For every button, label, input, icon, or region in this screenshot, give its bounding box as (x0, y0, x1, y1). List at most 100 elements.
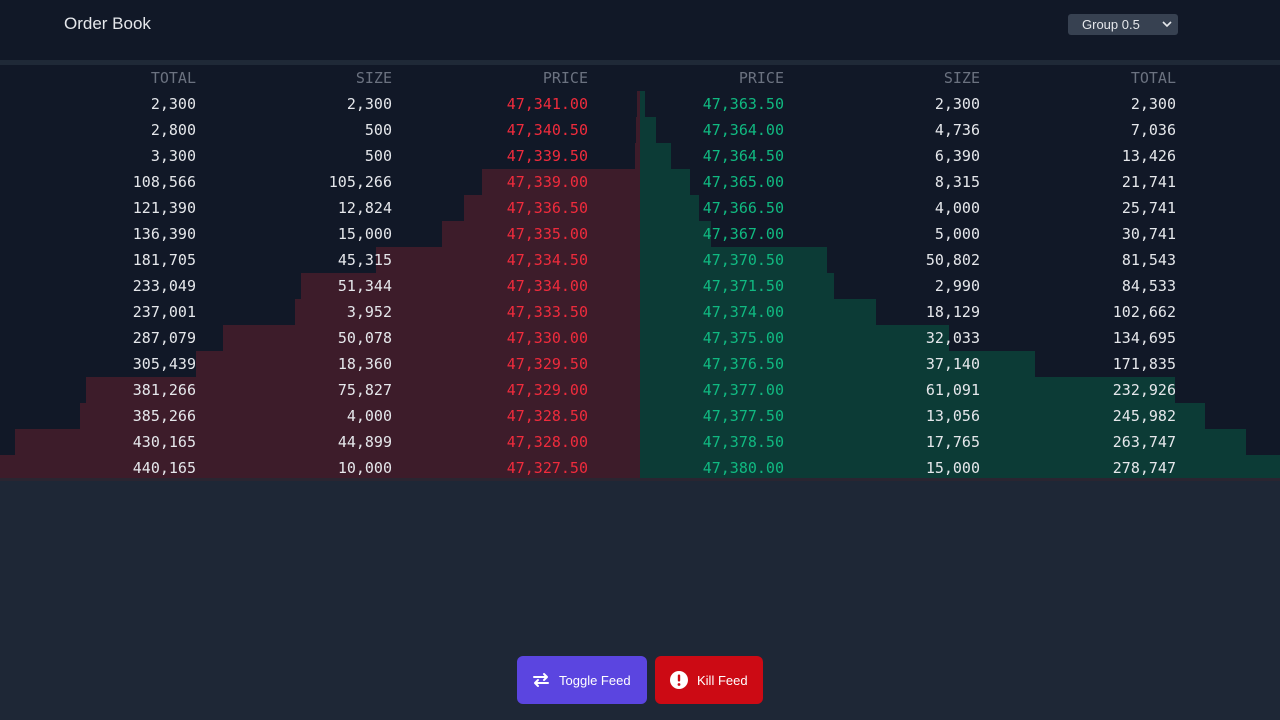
asks-row[interactable]: 47,371.50 2,990 84,533 (640, 273, 1280, 299)
bids-size-cell: 10,000 (337, 459, 392, 477)
asks-size-cell: 2,990 (934, 277, 980, 295)
bids-row[interactable]: 440,165 10,000 47,327.50 (0, 455, 640, 478)
asks-size-cell: 18,129 (925, 303, 980, 321)
asks-price-cell: 47,370.50 (702, 251, 784, 269)
bids-row[interactable]: 237,001 3,952 47,333.50 (0, 299, 640, 325)
asks-price-cell: 47,364.00 (702, 121, 784, 139)
asks-size-cell: 5,000 (934, 225, 980, 243)
asks-price-cell: 47,375.00 (702, 329, 784, 347)
bids-row[interactable]: 2,800 500 47,340.50 (0, 117, 640, 143)
bids-row[interactable]: 233,049 51,344 47,334.00 (0, 273, 640, 299)
asks-col-size: SIZE (943, 69, 980, 87)
bids-row[interactable]: 385,266 4,000 47,328.50 (0, 403, 640, 429)
asks-price-cell: 47,367.00 (702, 225, 784, 243)
bids-row[interactable]: 305,439 18,360 47,329.50 (0, 351, 640, 377)
bids-row[interactable]: 108,566 105,266 47,339.00 (0, 169, 640, 195)
bids-total-cell: 2,300 (150, 95, 196, 113)
bids-row[interactable]: 2,300 2,300 47,341.00 (0, 91, 640, 117)
bids-total-cell: 237,001 (132, 303, 196, 321)
bids-size-cell: 50,078 (337, 329, 392, 347)
asks-total-cell: 134,695 (1112, 329, 1176, 347)
bids-size-cell: 500 (364, 121, 392, 139)
bids-total-cell: 440,165 (132, 459, 196, 477)
asks-size-cell: 4,000 (934, 199, 980, 217)
asks-header-row: PRICE SIZE TOTAL (640, 65, 1280, 91)
asks-size-cell: 17,765 (925, 433, 980, 451)
asks-row[interactable]: 47,378.50 17,765 263,747 (640, 429, 1280, 455)
toggle-feed-button[interactable]: Toggle Feed (517, 656, 647, 704)
bids-price-cell: 47,341.00 (506, 95, 588, 113)
asks-total-cell: 21,741 (1121, 173, 1176, 191)
bids-row[interactable]: 136,390 15,000 47,335.00 (0, 221, 640, 247)
bids-row[interactable]: 287,079 50,078 47,330.00 (0, 325, 640, 351)
asks-row[interactable]: 47,376.50 37,140 171,835 (640, 351, 1280, 377)
asks-total-cell: 2,300 (1130, 95, 1176, 113)
asks-row[interactable]: 47,363.50 2,300 2,300 (640, 91, 1280, 117)
asks-row[interactable]: 47,366.50 4,000 25,741 (640, 195, 1280, 221)
bids-total-cell: 181,705 (132, 251, 196, 269)
asks-row[interactable]: 47,364.00 4,736 7,036 (640, 117, 1280, 143)
asks-row[interactable]: 47,367.00 5,000 30,741 (640, 221, 1280, 247)
group-select[interactable]: Group 0.5 (1068, 14, 1178, 35)
asks-row[interactable]: 47,370.50 50,802 81,543 (640, 247, 1280, 273)
bids-total-cell: 385,266 (132, 407, 196, 425)
asks-total-cell: 102,662 (1112, 303, 1176, 321)
asks-total-cell: 232,926 (1112, 381, 1176, 399)
bids-row[interactable]: 3,300 500 47,339.50 (0, 143, 640, 169)
asks-size-cell: 15,000 (925, 459, 980, 477)
asks-size-cell: 13,056 (925, 407, 980, 425)
bids-row[interactable]: 381,266 75,827 47,329.00 (0, 377, 640, 403)
asks-total-cell: 25,741 (1121, 199, 1176, 217)
asks-size-cell: 50,802 (925, 251, 980, 269)
bids-price-cell: 47,327.50 (506, 459, 588, 477)
bids-col-price: PRICE (542, 69, 588, 87)
bids-col-size: SIZE (355, 69, 392, 87)
bids-total-cell: 233,049 (132, 277, 196, 295)
asks-row[interactable]: 47,374.00 18,129 102,662 (640, 299, 1280, 325)
order-book: TOTAL SIZE PRICE 2,300 2,300 47,341.00 2,80… (0, 65, 1280, 481)
bids-total-cell: 381,266 (132, 381, 196, 399)
bids-size-cell: 45,315 (337, 251, 392, 269)
asks-row[interactable]: 47,380.00 15,000 278,747 (640, 455, 1280, 478)
asks-size-cell: 2,300 (934, 95, 980, 113)
bids-row[interactable]: 121,390 12,824 47,336.50 (0, 195, 640, 221)
asks-price-cell: 47,363.50 (702, 95, 784, 113)
bids-size-cell: 4,000 (346, 407, 392, 425)
asks-price-cell: 47,377.00 (702, 381, 784, 399)
swap-arrows-icon (531, 670, 551, 690)
page-title: Order Book (64, 14, 151, 33)
asks-total-cell: 81,543 (1121, 251, 1176, 269)
bids-row[interactable]: 181,705 45,315 47,334.50 (0, 247, 640, 273)
kill-feed-label: Kill Feed (697, 672, 748, 688)
bids-total-cell: 136,390 (132, 225, 196, 243)
bids-total-cell: 3,300 (150, 147, 196, 165)
asks-size-cell: 37,140 (925, 355, 980, 373)
bids-total-cell: 108,566 (132, 173, 196, 191)
asks-row[interactable]: 47,364.50 6,390 13,426 (640, 143, 1280, 169)
bids-price-cell: 47,334.00 (506, 277, 588, 295)
bids-size-cell: 500 (364, 147, 392, 165)
asks-total-cell: 30,741 (1121, 225, 1176, 243)
kill-feed-button[interactable]: Kill Feed (655, 656, 763, 704)
bids-row[interactable]: 430,165 44,899 47,328.00 (0, 429, 640, 455)
asks-size-cell: 4,736 (934, 121, 980, 139)
bids-price-cell: 47,340.50 (506, 121, 588, 139)
bids-price-cell: 47,333.50 (506, 303, 588, 321)
bids-price-cell: 47,328.50 (506, 407, 588, 425)
asks-price-cell: 47,366.50 (702, 199, 784, 217)
bids-size-cell: 15,000 (337, 225, 392, 243)
bids-size-cell: 2,300 (346, 95, 392, 113)
asks-row[interactable]: 47,375.00 32,033 134,695 (640, 325, 1280, 351)
bids-total-cell: 121,390 (132, 199, 196, 217)
asks-size-cell: 32,033 (925, 329, 980, 347)
asks-row[interactable]: 47,377.00 61,091 232,926 (640, 377, 1280, 403)
asks-total-cell: 171,835 (1112, 355, 1176, 373)
asks-price-cell: 47,364.50 (702, 147, 784, 165)
bids-price-cell: 47,334.50 (506, 251, 588, 269)
asks-row[interactable]: 47,365.00 8,315 21,741 (640, 169, 1280, 195)
bids-size-cell: 12,824 (337, 199, 392, 217)
asks-price-cell: 47,377.50 (702, 407, 784, 425)
asks-row[interactable]: 47,377.50 13,056 245,982 (640, 403, 1280, 429)
asks-total-cell: 245,982 (1112, 407, 1176, 425)
bids-total-cell: 287,079 (132, 329, 196, 347)
